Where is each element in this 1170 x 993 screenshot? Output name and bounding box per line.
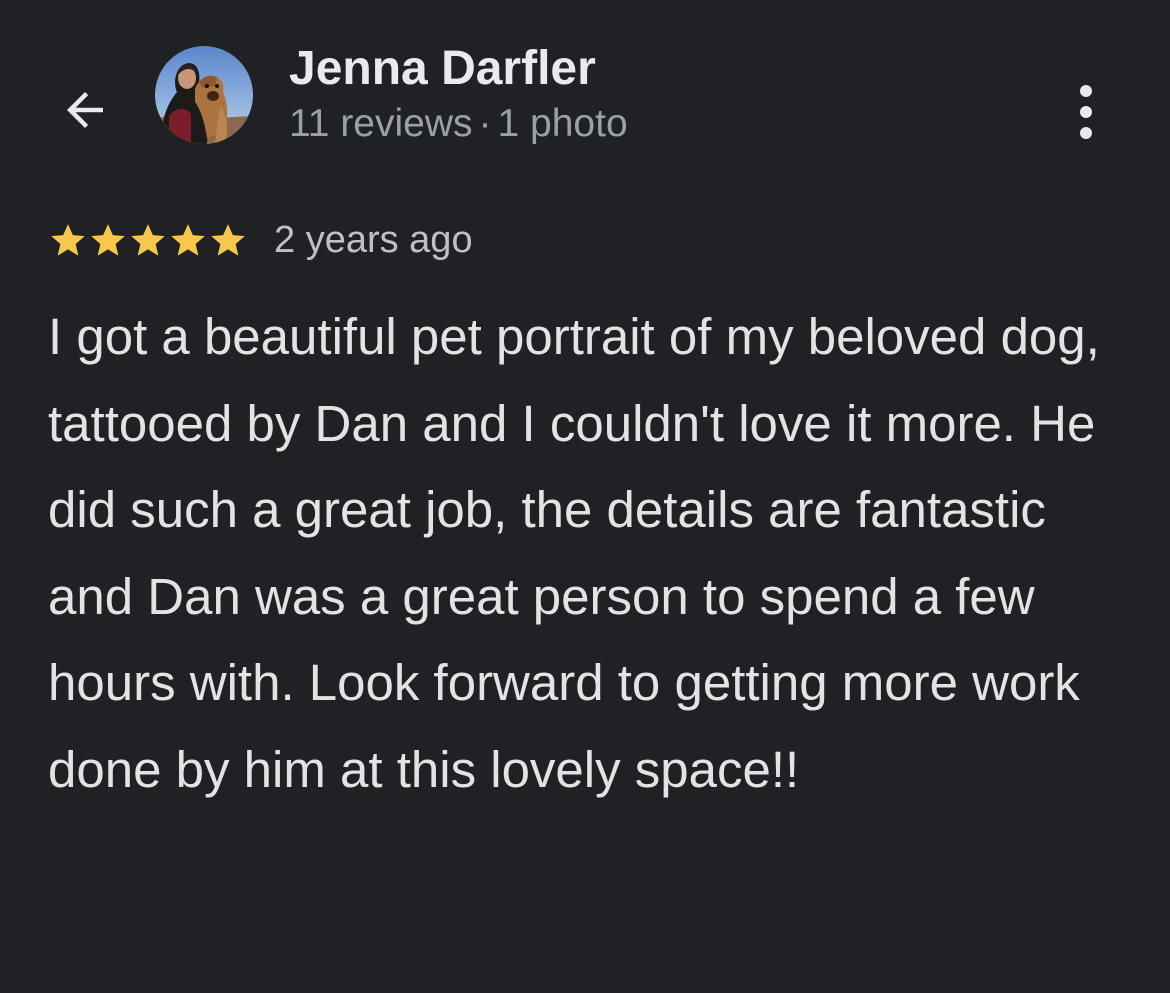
photos-count: 1 photo: [497, 102, 628, 145]
star-icon: [131, 224, 165, 256]
meta-separator: ·: [478, 102, 492, 145]
star-icon: [171, 224, 205, 256]
arrow-back-icon: [58, 83, 112, 137]
avatar[interactable]: [155, 46, 253, 144]
more-vert-icon-dot: [1080, 106, 1092, 118]
rating-row: 2 years ago: [48, 214, 473, 266]
reviewer-meta: 11 reviews · 1 photo: [289, 100, 628, 148]
star-rating: [48, 220, 248, 260]
more-options-button[interactable]: [1060, 76, 1112, 148]
more-vert-icon-dot: [1080, 85, 1092, 97]
star-icon: [51, 224, 85, 256]
back-button[interactable]: [50, 78, 120, 142]
more-vert-icon-dot: [1080, 127, 1092, 139]
star-icon: [211, 224, 245, 256]
review-date: 2 years ago: [274, 218, 473, 261]
star-icon: [91, 224, 125, 256]
reviews-count: 11 reviews: [289, 102, 473, 145]
review-text: I got a beautiful pet portrait of my bel…: [48, 308, 1100, 798]
reviewer-name[interactable]: Jenna Darfler: [289, 40, 596, 98]
